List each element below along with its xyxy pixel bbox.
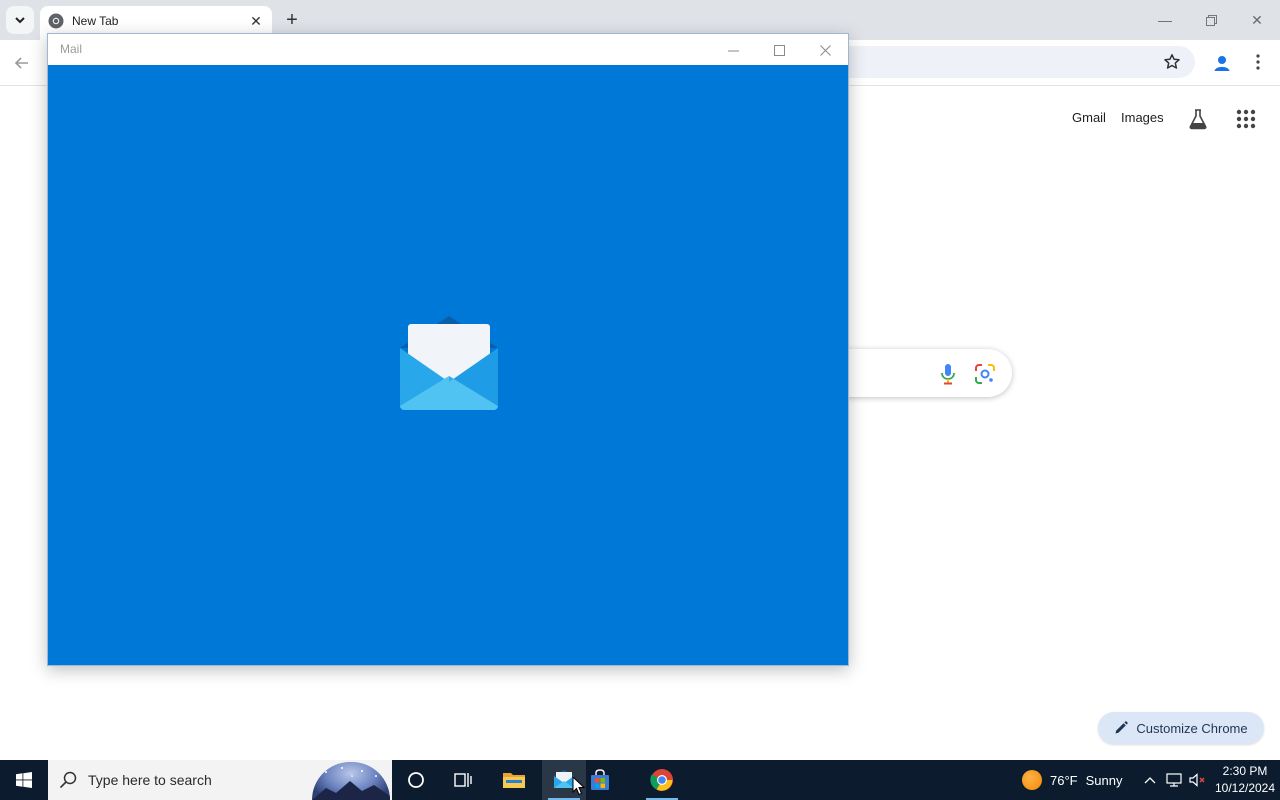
minimize-icon xyxy=(727,50,739,51)
mail-title-bar[interactable]: Mail xyxy=(48,34,848,65)
browser-close-button[interactable]: ✕ xyxy=(1245,8,1269,32)
volume-muted-icon xyxy=(1189,773,1205,787)
labs-flask-icon[interactable] xyxy=(1186,107,1210,131)
file-explorer-button[interactable] xyxy=(492,760,536,800)
chrome-icon xyxy=(650,769,673,791)
start-button[interactable] xyxy=(0,760,48,800)
chevron-down-icon xyxy=(15,17,25,24)
browser-restore-button[interactable] xyxy=(1199,8,1223,32)
arrow-left-icon xyxy=(14,57,28,69)
mail-window-title: Mail xyxy=(60,42,83,56)
profile-button[interactable] xyxy=(1208,49,1236,77)
windows-taskbar: Type here to search 76°F Sunny 2:30 PM 1… xyxy=(0,760,1280,800)
tab-close-icon[interactable]: ✕ xyxy=(246,11,266,31)
chevron-up-icon xyxy=(1144,777,1156,784)
google-lens-icon[interactable] xyxy=(974,363,996,385)
restore-icon xyxy=(1205,14,1217,26)
star-icon xyxy=(1164,54,1180,69)
mail-minimize-button[interactable] xyxy=(713,37,753,63)
images-link[interactable]: Images xyxy=(1121,110,1164,125)
windows-logo-icon xyxy=(16,772,32,788)
mail-window: Mail xyxy=(47,33,849,666)
voice-search-mic-icon[interactable] xyxy=(938,362,958,386)
avatar-icon xyxy=(1214,56,1230,71)
mail-envelope-icon xyxy=(400,316,498,410)
chrome-favicon-icon xyxy=(48,13,64,29)
sun-icon xyxy=(1022,770,1042,790)
task-view-icon xyxy=(454,773,472,787)
bookmark-star-button[interactable] xyxy=(1160,50,1184,74)
store-bag-icon xyxy=(591,769,609,790)
taskbar-search-box[interactable]: Type here to search xyxy=(48,760,392,800)
tab-title: New Tab xyxy=(72,14,119,28)
gmail-link[interactable]: Gmail xyxy=(1072,110,1106,125)
search-placeholder: Type here to search xyxy=(88,772,212,788)
weather-condition: Sunny xyxy=(1085,772,1123,788)
new-tab-button[interactable]: + xyxy=(280,8,304,32)
clock-date: 10/12/2024 xyxy=(1214,781,1276,795)
mouse-pointer-icon xyxy=(572,776,586,796)
back-button[interactable] xyxy=(10,51,34,75)
maximize-icon xyxy=(773,44,785,56)
customize-chrome-button[interactable]: Customize Chrome xyxy=(1098,712,1264,744)
weather-temperature: 76°F xyxy=(1050,772,1078,788)
browser-minimize-button[interactable]: — xyxy=(1153,8,1177,32)
customize-chrome-label: Customize Chrome xyxy=(1136,720,1248,736)
chrome-taskbar-button[interactable] xyxy=(640,760,684,800)
volume-button[interactable] xyxy=(1188,770,1208,790)
taskbar-clock[interactable]: 2:30 PM 10/12/2024 xyxy=(1212,763,1278,797)
cortana-button[interactable] xyxy=(394,760,438,800)
browser-menu-button[interactable] xyxy=(1246,50,1270,74)
network-icon xyxy=(1166,773,1182,787)
cortana-icon xyxy=(408,772,424,788)
kebab-menu-icon xyxy=(1256,54,1260,70)
tab-search-button[interactable] xyxy=(6,6,34,34)
mail-maximize-button[interactable] xyxy=(759,37,799,63)
folder-icon xyxy=(503,773,525,788)
weather-widget[interactable]: 76°F Sunny xyxy=(1022,760,1122,800)
google-apps-grid-icon[interactable] xyxy=(1236,109,1256,129)
task-view-button[interactable] xyxy=(441,760,485,800)
search-icon xyxy=(59,771,77,789)
pencil-icon xyxy=(1115,721,1129,734)
search-highlight-illustration xyxy=(312,762,390,800)
network-button[interactable] xyxy=(1164,770,1184,790)
close-icon xyxy=(819,44,831,56)
clock-time: 2:30 PM xyxy=(1222,764,1268,778)
mail-close-button[interactable] xyxy=(805,37,845,63)
show-hidden-icons-button[interactable] xyxy=(1140,770,1160,790)
